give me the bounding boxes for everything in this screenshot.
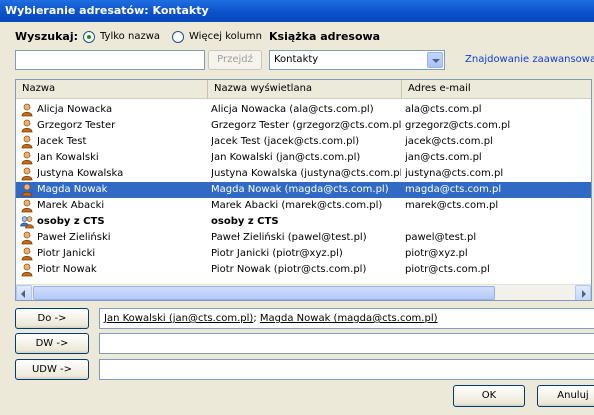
cell-display-name: Piotr Janicki (piotr@xyz.pl) bbox=[211, 248, 343, 259]
radio-name-only-label[interactable]: Tylko nazwa bbox=[100, 31, 160, 42]
scroll-right-icon[interactable] bbox=[575, 285, 591, 300]
cell-name: Jan Kowalski bbox=[37, 152, 99, 163]
search-label: Wyszukaj: bbox=[15, 30, 78, 43]
list-item[interactable]: Marek Abacki Marek Abacki (marek@cts.com.… bbox=[16, 198, 591, 214]
contact-icon bbox=[20, 199, 34, 213]
horizontal-scrollbar[interactable] bbox=[16, 284, 591, 300]
cell-name: Alicja Nowacka bbox=[37, 104, 113, 115]
cell-name: Grzegorz Tester bbox=[37, 120, 116, 131]
distribution-list-icon bbox=[20, 215, 34, 229]
cell-email: jan@cts.com.pl bbox=[405, 152, 482, 163]
column-header-display-name[interactable]: Nazwa wyświetlana bbox=[208, 80, 402, 98]
contact-icon bbox=[20, 151, 34, 165]
contact-icon bbox=[20, 247, 34, 261]
to-button[interactable]: Do -> bbox=[15, 308, 89, 329]
list-item[interactable]: Magda Nowak Magda Nowak (magda@cts.com.pl… bbox=[16, 182, 591, 198]
cell-display-name: Jan Kowalski (jan@cts.com.pl) bbox=[211, 152, 361, 163]
scroll-left-icon[interactable] bbox=[16, 285, 32, 300]
contact-icon bbox=[20, 183, 34, 197]
column-header-email[interactable]: Adres e-mail bbox=[402, 80, 591, 98]
contacts-list[interactable]: Nazwa Nazwa wyświetlana Adres e-mail Ali… bbox=[15, 79, 592, 301]
list-item[interactable]: Grzegorz Tester Grzegorz Tester (grzegorz… bbox=[16, 118, 591, 134]
cell-email: piotr@cts.com.pl bbox=[405, 264, 490, 275]
contact-icon bbox=[20, 263, 34, 277]
chevron-down-icon[interactable] bbox=[427, 52, 443, 68]
cell-email: pawel@test.pl bbox=[405, 232, 477, 243]
list-item[interactable]: Alicja Nowacka Alicja Nowacka (ala@cts.co… bbox=[16, 102, 591, 118]
list-item[interactable]: Piotr Nowak Piotr Nowak (piotr@cts.com.pl… bbox=[16, 262, 591, 278]
addressbook-selected: Kontakty bbox=[274, 54, 319, 65]
cell-display-name: Marek Abacki (marek@cts.com.pl) bbox=[211, 200, 383, 211]
scroll-thumb[interactable] bbox=[33, 286, 495, 300]
cell-display-name: Justyna Kowalska (justyna@cts.com.pl) bbox=[211, 168, 401, 179]
cell-email: ala@cts.com.pl bbox=[405, 104, 482, 115]
cell-email: jacek@cts.com.pl bbox=[405, 136, 493, 147]
list-item[interactable]: Justyna Kowalska Justyna Kowalska (justyn… bbox=[16, 166, 591, 182]
cell-display-name: Magda Nowak (magda@cts.com.pl) bbox=[211, 184, 389, 195]
search-input[interactable] bbox=[15, 50, 205, 70]
cell-name: Paweł Zieliński bbox=[37, 232, 111, 243]
cell-name: Justyna Kowalska bbox=[37, 168, 124, 179]
to-recipient[interactable]: Magda Nowak (magda@cts.com.pl) bbox=[260, 313, 438, 324]
list-item[interactable]: Piotr Janicki Piotr Janicki (piotr@xyz.pl… bbox=[16, 246, 591, 262]
cell-email: piotr@xyz.pl bbox=[405, 248, 468, 259]
cell-email: grzegorz@cts.com.pl bbox=[405, 120, 511, 131]
contact-icon bbox=[20, 135, 34, 149]
cell-email: marek@cts.com.pl bbox=[405, 200, 499, 211]
cell-name: Piotr Nowak bbox=[37, 264, 97, 275]
list-item[interactable]: Jan Kowalski Jan Kowalski (jan@cts.com.pl… bbox=[16, 150, 591, 166]
cell-display-name: osoby z CTS bbox=[211, 216, 279, 227]
cell-display-name: Grzegorz Tester (grzegorz@cts.com.pl) bbox=[211, 120, 401, 131]
radio-more-columns-label[interactable]: Więcej kolumn bbox=[189, 31, 262, 42]
cancel-button[interactable]: Anuluj bbox=[537, 385, 594, 407]
ok-button[interactable]: OK bbox=[453, 385, 525, 407]
list-item[interactable]: Jacek Test Jacek Test (jacek@cts.com.pl) j… bbox=[16, 134, 591, 150]
bcc-button[interactable]: UDW -> bbox=[15, 359, 89, 380]
cell-name: Marek Abacki bbox=[37, 200, 105, 211]
list-item[interactable]: Paweł Zieliński Paweł Zieliński (pawel@te… bbox=[16, 230, 591, 246]
column-header-name[interactable]: Nazwa bbox=[16, 80, 208, 98]
addressbook-label: Książka adresowa bbox=[269, 30, 381, 43]
list-item-group[interactable]: osoby z CTS osoby z CTS bbox=[16, 214, 591, 230]
go-button[interactable]: Przejdź bbox=[208, 50, 262, 70]
bcc-field[interactable] bbox=[99, 359, 594, 380]
cell-email: magda@cts.com.pl bbox=[405, 184, 502, 195]
radio-more-columns[interactable] bbox=[172, 31, 184, 43]
title-bar: Wybieranie adresatów: Kontakty bbox=[0, 0, 594, 22]
cell-email: justyna@cts.com.pl bbox=[405, 168, 504, 179]
contact-icon bbox=[20, 167, 34, 181]
contact-icon bbox=[20, 103, 34, 117]
cell-name: osoby z CTS bbox=[37, 216, 105, 227]
cc-field[interactable] bbox=[99, 333, 594, 354]
cell-name: Piotr Janicki bbox=[37, 248, 96, 259]
to-field[interactable]: Jan Kowalski (jan@cts.com.pl); Magda Now… bbox=[99, 308, 594, 329]
radio-name-only[interactable] bbox=[83, 31, 95, 43]
cell-name: Jacek Test bbox=[37, 136, 87, 147]
contact-icon bbox=[20, 231, 34, 245]
to-recipient[interactable]: Jan Kowalski (jan@cts.com.pl) bbox=[104, 313, 253, 324]
cc-button[interactable]: DW -> bbox=[15, 333, 89, 354]
advanced-find-link[interactable]: Znajdowanie zaawansowane bbox=[465, 54, 594, 65]
addressbook-select[interactable]: Kontakty bbox=[269, 50, 445, 70]
window-title: Wybieranie adresatów: Kontakty bbox=[5, 4, 209, 17]
cell-display-name: Alicja Nowacka (ala@cts.com.pl) bbox=[211, 104, 374, 115]
list-header: Nazwa Nazwa wyświetlana Adres e-mail bbox=[16, 80, 591, 99]
contact-icon bbox=[20, 119, 34, 133]
cell-display-name: Jacek Test (jacek@cts.com.pl) bbox=[211, 136, 360, 147]
cell-name: Magda Nowak bbox=[37, 184, 108, 195]
cell-display-name: Piotr Nowak (piotr@cts.com.pl) bbox=[211, 264, 367, 275]
cell-display-name: Paweł Zieliński (pawel@test.pl) bbox=[211, 232, 367, 243]
